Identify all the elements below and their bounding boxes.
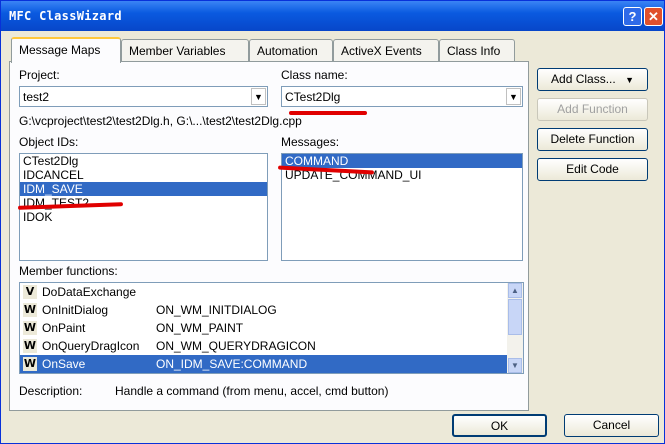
tab-automation[interactable]: Automation (249, 39, 333, 61)
project-label: Project: (19, 68, 60, 82)
add-class-button[interactable]: Add Class... ▼ (537, 68, 648, 91)
class-name-combo[interactable]: CTest2Dlg ▼ (281, 86, 523, 107)
message-maps-panel: Project: test2 ▼ Class name: CTest2Dlg ▼… (9, 61, 529, 411)
function-name: OnSave (42, 357, 86, 371)
list-item[interactable]: IDCANCEL (20, 168, 267, 182)
file-path-text: G:\vcproject\test2\test2Dlg.h, G:\...\te… (19, 114, 302, 128)
class-name-label: Class name: (281, 68, 348, 82)
description-label: Description: (19, 384, 83, 398)
title-bar[interactable]: MFC ClassWizard ? ✕ (1, 1, 664, 31)
message-name: ON_WM_QUERYDRAGICON (156, 339, 316, 353)
ok-button[interactable]: OK (452, 414, 547, 437)
window-message-icon: W (23, 339, 37, 353)
scroll-down-icon[interactable]: ▼ (508, 358, 522, 373)
messages-label: Messages: (281, 135, 340, 149)
class-name-value: CTest2Dlg (285, 90, 341, 104)
vertical-scrollbar[interactable]: ▲ ▼ (507, 283, 523, 373)
list-item-selected[interactable]: IDM_SAVE (20, 182, 267, 196)
table-row[interactable]: W OnQueryDragIcon ON_WM_QUERYDRAGICON (20, 337, 523, 355)
message-name: ON_IDM_SAVE:COMMAND (156, 357, 308, 371)
delete-function-button[interactable]: Delete Function (537, 128, 648, 151)
tab-class-info[interactable]: Class Info (439, 39, 515, 61)
list-item[interactable]: CTest2Dlg (20, 154, 267, 168)
cancel-button[interactable]: Cancel (564, 414, 659, 437)
chevron-down-icon: ▼ (625, 75, 634, 85)
function-name: OnPaint (42, 321, 86, 335)
scroll-up-icon[interactable]: ▲ (508, 283, 522, 298)
tab-activex-events[interactable]: ActiveX Events (333, 39, 439, 61)
project-combo[interactable]: test2 ▼ (19, 86, 268, 107)
tab-member-variables[interactable]: Member Variables (121, 39, 249, 61)
table-row-selected[interactable]: W OnSave ON_IDM_SAVE:COMMAND (20, 355, 507, 373)
window-message-icon: W (23, 357, 37, 371)
virtual-function-icon: V (23, 285, 37, 299)
chevron-down-icon[interactable]: ▼ (251, 88, 266, 105)
message-name: ON_WM_INITDIALOG (156, 303, 277, 317)
scroll-thumb[interactable] (508, 299, 522, 335)
function-name: OnInitDialog (42, 303, 109, 317)
table-row[interactable]: V DoDataExchange (20, 283, 523, 301)
project-value: test2 (23, 90, 50, 104)
classwizard-window: MFC ClassWizard ? ✕ Message Maps Member … (0, 0, 665, 444)
tab-message-maps[interactable]: Message Maps (11, 37, 121, 63)
function-name: DoDataExchange (42, 285, 137, 299)
chevron-down-icon[interactable]: ▼ (506, 88, 521, 105)
window-title: MFC ClassWizard (9, 9, 122, 23)
window-message-icon: W (23, 303, 37, 317)
list-item[interactable]: IDOK (20, 210, 267, 224)
add-class-label: Add Class... (551, 72, 616, 86)
member-functions-list[interactable]: V DoDataExchange W OnInitDialog ON_WM_IN… (19, 282, 524, 374)
object-ids-label: Object IDs: (19, 135, 79, 149)
table-row[interactable]: W OnInitDialog ON_WM_INITDIALOG (20, 301, 523, 319)
list-item-selected[interactable]: COMMAND (282, 154, 522, 168)
member-functions-label: Member functions: (19, 264, 118, 278)
add-function-button[interactable]: Add Function (537, 98, 648, 121)
edit-code-button[interactable]: Edit Code (537, 158, 648, 181)
help-button[interactable]: ? (623, 7, 642, 26)
description-text: Handle a command (from menu, accel, cmd … (115, 384, 389, 398)
table-row[interactable]: W OnPaint ON_WM_PAINT (20, 319, 523, 337)
function-name: OnQueryDragIcon (42, 339, 140, 353)
close-button[interactable]: ✕ (644, 7, 663, 26)
window-message-icon: W (23, 321, 37, 335)
message-name: ON_WM_PAINT (156, 321, 244, 335)
